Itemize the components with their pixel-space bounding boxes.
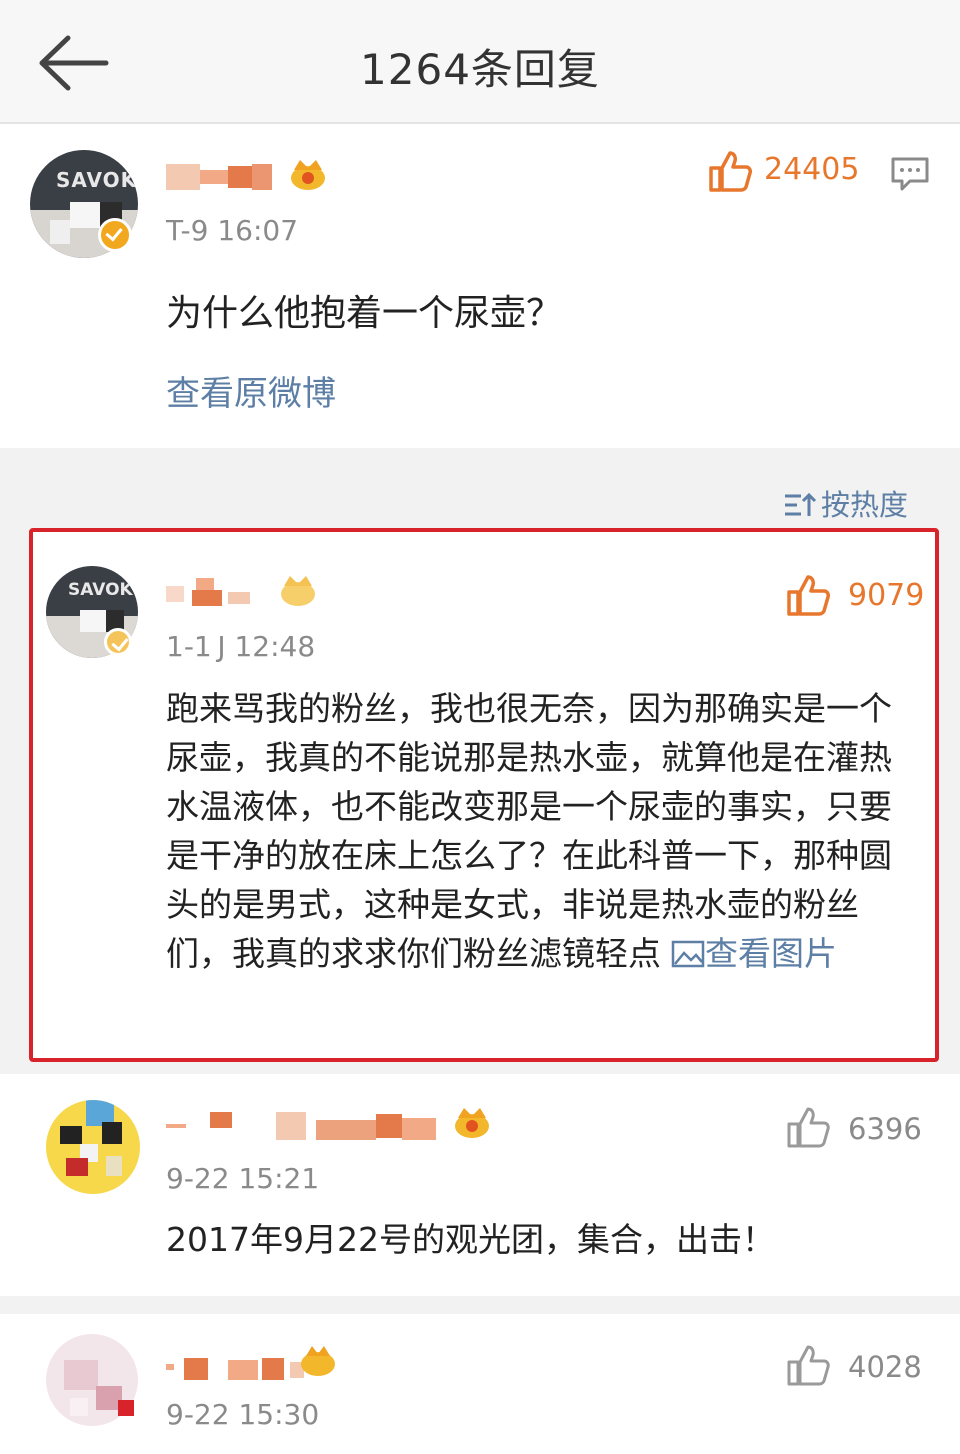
like-count: 9079: [848, 578, 925, 613]
crown-badge-icon: [301, 1346, 335, 1376]
view-image-link[interactable]: 查看图片: [705, 934, 837, 973]
reply-item: 9-22 15:30 4028: [0, 1314, 960, 1454]
username[interactable]: [166, 578, 276, 608]
comment-icon[interactable]: [890, 156, 930, 192]
reply-time: 1-1 J 12:48: [166, 630, 316, 663]
root-comment: SAVOK T-9 16:07 24405 为什么他抱着一个尿壶？ 查看原微博: [0, 124, 960, 448]
reply-body: 跑来骂我的粉丝，我也很无奈，因为那确实是一个尿壶，我真的不能说那是热水壶，就算他…: [166, 689, 892, 973]
crown-badge-icon: [281, 576, 315, 606]
reply-text: 2017年9月22号的观光团，集合，出击！: [166, 1220, 775, 1259]
reply-text: 跑来骂我的粉丝，我也很无奈，因为那确实是一个尿壶，我真的不能说那是热水壶，就算他…: [166, 684, 916, 978]
like-count: 24405: [764, 152, 860, 187]
thumbs-up-icon[interactable]: [786, 1344, 830, 1386]
top-bar: 1264条回复: [0, 0, 960, 124]
crown-badge-icon: [455, 1108, 489, 1138]
verified-icon: [98, 218, 132, 252]
avatar-text: SAVOK: [56, 168, 138, 192]
sort-label: 按热度: [820, 488, 908, 522]
like-count: 6396: [848, 1112, 922, 1146]
sort-toggle[interactable]: 按热度: [783, 482, 908, 524]
username[interactable]: [166, 1110, 446, 1140]
reply-item: 9-22 15:21 6396 2017年9月22号的观光团，集合，出击！: [0, 1074, 960, 1296]
username[interactable]: [166, 162, 276, 192]
thumbs-up-icon[interactable]: [786, 1106, 830, 1148]
comment-text: 为什么他抱着一个尿壶？: [166, 293, 563, 334]
sort-icon: [784, 492, 817, 516]
thumbs-up-icon[interactable]: [708, 150, 752, 192]
verified-icon: [104, 628, 132, 656]
reply-time: 9-22 15:21: [166, 1162, 320, 1195]
comment-time: T-9 16:07: [166, 214, 299, 247]
thumbs-up-icon[interactable]: [786, 574, 830, 616]
like-count: 4028: [848, 1350, 922, 1384]
crown-badge-icon: [291, 160, 325, 190]
avatar-badge: [118, 1400, 134, 1416]
avatar[interactable]: [46, 1100, 140, 1194]
view-original-link[interactable]: 查看原微博: [166, 370, 336, 418]
avatar-text: SAVOK: [68, 580, 133, 600]
reply-time: 9-22 15:30: [166, 1398, 320, 1431]
page-title: 1264条回复: [360, 45, 600, 94]
image-icon: [671, 940, 705, 968]
